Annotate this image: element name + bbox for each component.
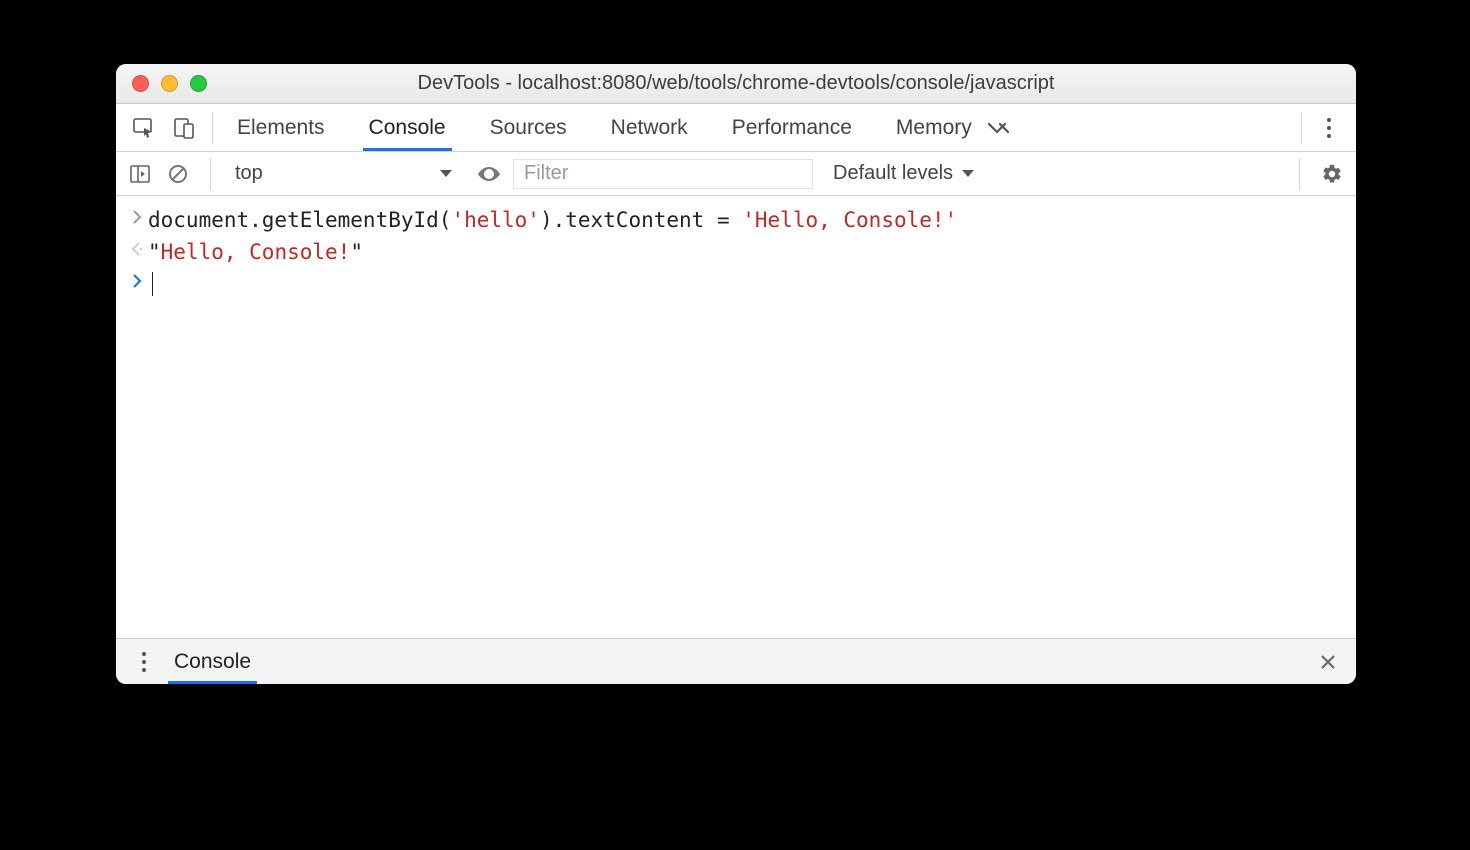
tab-memory[interactable]: Memory [890, 105, 978, 150]
menu-icon[interactable] [1310, 118, 1348, 138]
panel-tabs: Elements Console Sources Network Perform… [231, 105, 978, 150]
execution-context-value: top [235, 162, 263, 185]
drawer-tab-console[interactable]: Console [168, 640, 257, 683]
separator [1301, 112, 1302, 144]
device-toolbar-icon[interactable] [164, 108, 204, 148]
prompt-chevron-icon [126, 272, 148, 288]
separator [1299, 158, 1300, 190]
console-settings-icon[interactable] [1318, 160, 1346, 188]
console-result-row: "Hello, Console!" [116, 236, 1356, 268]
tab-sources[interactable]: Sources [484, 105, 573, 150]
dropdown-caret-icon [439, 169, 453, 179]
devtools-window: DevTools - localhost:8080/web/tools/chro… [116, 64, 1356, 684]
traffic-lights [116, 75, 207, 92]
dropdown-caret-icon [961, 169, 975, 179]
console-result-code: "Hello, Console!" [148, 240, 363, 264]
console-toolbar: top Default levels [116, 152, 1356, 196]
tab-elements[interactable]: Elements [231, 105, 331, 150]
main-tabbar: Elements Console Sources Network Perform… [116, 104, 1356, 152]
titlebar: DevTools - localhost:8080/web/tools/chro… [116, 64, 1356, 104]
drawer-menu-icon[interactable] [126, 652, 162, 672]
inspect-element-icon[interactable] [124, 108, 164, 148]
result-chevron-icon [126, 240, 148, 256]
log-levels-select[interactable]: Default levels [833, 162, 975, 185]
tab-network[interactable]: Network [605, 105, 694, 150]
sidebar-toggle-icon[interactable] [126, 160, 154, 188]
tab-performance[interactable]: Performance [726, 105, 858, 150]
console-prompt-row[interactable] [116, 268, 1356, 301]
clear-console-icon[interactable] [164, 160, 192, 188]
window-title: DevTools - localhost:8080/web/tools/chro… [116, 72, 1356, 95]
log-levels-label: Default levels [833, 162, 953, 185]
drawer-close-icon[interactable] [1310, 653, 1346, 671]
console-input-code: document.getElementById('hello').textCon… [148, 208, 957, 232]
maximize-window-button[interactable] [190, 75, 207, 92]
separator [212, 112, 213, 144]
tab-console[interactable]: Console [363, 105, 452, 150]
console-output[interactable]: document.getElementById('hello').textCon… [116, 196, 1356, 638]
separator [210, 158, 211, 190]
execution-context-select[interactable]: top [229, 162, 459, 185]
console-input-row: document.getElementById('hello').textCon… [116, 204, 1356, 236]
console-prompt-input[interactable] [148, 272, 153, 297]
more-tabs-icon[interactable] [978, 119, 1020, 137]
drawer: Console [116, 638, 1356, 684]
minimize-window-button[interactable] [161, 75, 178, 92]
live-expression-icon[interactable] [475, 160, 503, 188]
filter-input[interactable] [513, 159, 813, 189]
close-window-button[interactable] [132, 75, 149, 92]
input-chevron-icon [126, 208, 148, 224]
